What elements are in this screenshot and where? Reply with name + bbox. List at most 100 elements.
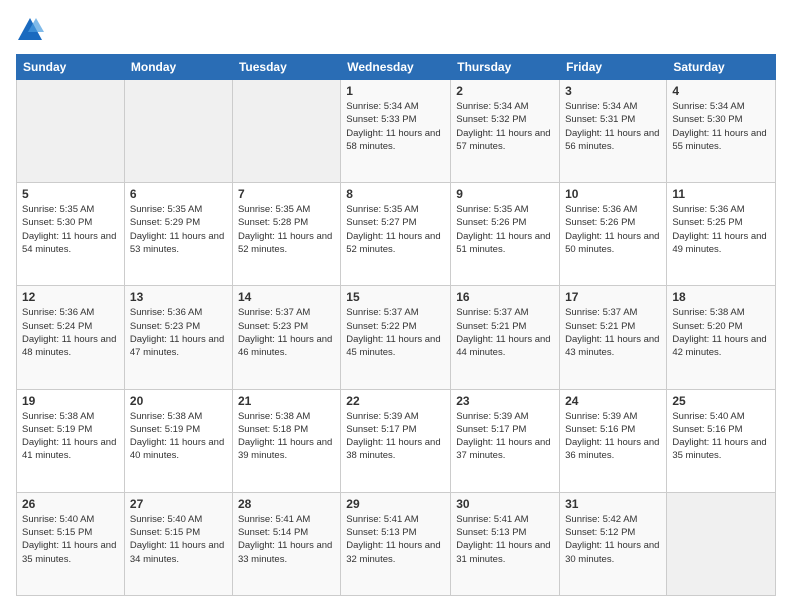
calendar-cell: 8 Sunrise: 5:35 AMSunset: 5:27 PMDaylight…	[341, 183, 451, 286]
day-info: Sunrise: 5:35 AMSunset: 5:27 PMDaylight:…	[346, 203, 445, 256]
calendar-cell: 4 Sunrise: 5:34 AMSunset: 5:30 PMDaylight…	[667, 80, 776, 183]
calendar-cell: 19 Sunrise: 5:38 AMSunset: 5:19 PMDayligh…	[17, 389, 125, 492]
logo	[16, 16, 48, 44]
day-info: Sunrise: 5:34 AMSunset: 5:33 PMDaylight:…	[346, 100, 445, 153]
day-number: 1	[346, 84, 445, 98]
day-info: Sunrise: 5:38 AMSunset: 5:19 PMDaylight:…	[22, 410, 119, 463]
day-info: Sunrise: 5:39 AMSunset: 5:17 PMDaylight:…	[346, 410, 445, 463]
weekday-header-tuesday: Tuesday	[232, 55, 340, 80]
day-info: Sunrise: 5:41 AMSunset: 5:13 PMDaylight:…	[346, 513, 445, 566]
calendar-cell: 10 Sunrise: 5:36 AMSunset: 5:26 PMDayligh…	[560, 183, 667, 286]
day-number: 28	[238, 497, 335, 511]
weekday-header-sunday: Sunday	[17, 55, 125, 80]
day-info: Sunrise: 5:39 AMSunset: 5:17 PMDaylight:…	[456, 410, 554, 463]
day-number: 29	[346, 497, 445, 511]
weekday-header-monday: Monday	[124, 55, 232, 80]
calendar-cell: 25 Sunrise: 5:40 AMSunset: 5:16 PMDayligh…	[667, 389, 776, 492]
week-row-3: 12 Sunrise: 5:36 AMSunset: 5:24 PMDayligh…	[17, 286, 776, 389]
day-number: 27	[130, 497, 227, 511]
day-info: Sunrise: 5:34 AMSunset: 5:32 PMDaylight:…	[456, 100, 554, 153]
calendar-cell	[124, 80, 232, 183]
calendar-cell: 9Sunrise: 5:35 AMSunset: 5:26 PMDaylight…	[451, 183, 560, 286]
day-number: 6	[130, 187, 227, 201]
day-number: 2	[456, 84, 554, 98]
day-number: 26	[22, 497, 119, 511]
weekday-header-wednesday: Wednesday	[341, 55, 451, 80]
day-info: Sunrise: 5:35 AMSunset: 5:26 PMDaylight:…	[456, 203, 554, 256]
calendar-cell: 11 Sunrise: 5:36 AMSunset: 5:25 PMDayligh…	[667, 183, 776, 286]
day-number: 19	[22, 394, 119, 408]
day-number: 20	[130, 394, 227, 408]
day-number: 16	[456, 290, 554, 304]
day-info: Sunrise: 5:42 AMSunset: 5:12 PMDaylight:…	[565, 513, 661, 566]
day-number: 18	[672, 290, 770, 304]
day-info: Sunrise: 5:36 AMSunset: 5:25 PMDaylight:…	[672, 203, 770, 256]
day-info: Sunrise: 5:40 AMSunset: 5:16 PMDaylight:…	[672, 410, 770, 463]
day-info: Sunrise: 5:40 AMSunset: 5:15 PMDaylight:…	[22, 513, 119, 566]
calendar-cell: 22Sunrise: 5:39 AMSunset: 5:17 PMDayligh…	[341, 389, 451, 492]
calendar-cell	[232, 80, 340, 183]
week-row-2: 5Sunrise: 5:35 AMSunset: 5:30 PMDaylight…	[17, 183, 776, 286]
logo-icon	[16, 16, 44, 44]
calendar-cell: 23 Sunrise: 5:39 AMSunset: 5:17 PMDayligh…	[451, 389, 560, 492]
week-row-4: 19 Sunrise: 5:38 AMSunset: 5:19 PMDayligh…	[17, 389, 776, 492]
day-info: Sunrise: 5:37 AMSunset: 5:21 PMDaylight:…	[565, 306, 661, 359]
calendar-cell: 6 Sunrise: 5:35 AMSunset: 5:29 PMDaylight…	[124, 183, 232, 286]
calendar-cell	[17, 80, 125, 183]
day-number: 4	[672, 84, 770, 98]
header	[16, 16, 776, 44]
calendar-cell: 21Sunrise: 5:38 AMSunset: 5:18 PMDayligh…	[232, 389, 340, 492]
day-number: 25	[672, 394, 770, 408]
day-info: Sunrise: 5:35 AMSunset: 5:29 PMDaylight:…	[130, 203, 227, 256]
day-info: Sunrise: 5:34 AMSunset: 5:31 PMDaylight:…	[565, 100, 661, 153]
weekday-header-friday: Friday	[560, 55, 667, 80]
day-info: Sunrise: 5:38 AMSunset: 5:20 PMDaylight:…	[672, 306, 770, 359]
day-info: Sunrise: 5:40 AMSunset: 5:15 PMDaylight:…	[130, 513, 227, 566]
day-info: Sunrise: 5:36 AMSunset: 5:26 PMDaylight:…	[565, 203, 661, 256]
day-number: 15	[346, 290, 445, 304]
page: SundayMondayTuesdayWednesdayThursdayFrid…	[0, 0, 792, 612]
week-row-1: 1 Sunrise: 5:34 AMSunset: 5:33 PMDaylight…	[17, 80, 776, 183]
weekday-header-row: SundayMondayTuesdayWednesdayThursdayFrid…	[17, 55, 776, 80]
calendar-cell: 12 Sunrise: 5:36 AMSunset: 5:24 PMDayligh…	[17, 286, 125, 389]
calendar-cell: 27 Sunrise: 5:40 AMSunset: 5:15 PMDayligh…	[124, 492, 232, 595]
calendar-cell: 18 Sunrise: 5:38 AMSunset: 5:20 PMDayligh…	[667, 286, 776, 389]
calendar-cell: 31 Sunrise: 5:42 AMSunset: 5:12 PMDayligh…	[560, 492, 667, 595]
calendar-cell	[667, 492, 776, 595]
day-info: Sunrise: 5:36 AMSunset: 5:24 PMDaylight:…	[22, 306, 119, 359]
day-number: 10	[565, 187, 661, 201]
calendar-cell: 7Sunrise: 5:35 AMSunset: 5:28 PMDaylight…	[232, 183, 340, 286]
day-number: 11	[672, 187, 770, 201]
calendar-cell: 2 Sunrise: 5:34 AMSunset: 5:32 PMDaylight…	[451, 80, 560, 183]
calendar-body: 1 Sunrise: 5:34 AMSunset: 5:33 PMDaylight…	[17, 80, 776, 596]
calendar-cell: 26 Sunrise: 5:40 AMSunset: 5:15 PMDayligh…	[17, 492, 125, 595]
calendar-cell: 1 Sunrise: 5:34 AMSunset: 5:33 PMDaylight…	[341, 80, 451, 183]
day-info: Sunrise: 5:41 AMSunset: 5:14 PMDaylight:…	[238, 513, 335, 566]
day-number: 14	[238, 290, 335, 304]
day-number: 23	[456, 394, 554, 408]
day-number: 7	[238, 187, 335, 201]
weekday-header-saturday: Saturday	[667, 55, 776, 80]
weekday-header-thursday: Thursday	[451, 55, 560, 80]
day-info: Sunrise: 5:37 AMSunset: 5:23 PMDaylight:…	[238, 306, 335, 359]
calendar-header: SundayMondayTuesdayWednesdayThursdayFrid…	[17, 55, 776, 80]
day-number: 12	[22, 290, 119, 304]
calendar-cell: 28 Sunrise: 5:41 AMSunset: 5:14 PMDayligh…	[232, 492, 340, 595]
day-number: 31	[565, 497, 661, 511]
day-number: 8	[346, 187, 445, 201]
day-info: Sunrise: 5:37 AMSunset: 5:22 PMDaylight:…	[346, 306, 445, 359]
calendar-cell: 20Sunrise: 5:38 AMSunset: 5:19 PMDayligh…	[124, 389, 232, 492]
day-info: Sunrise: 5:38 AMSunset: 5:18 PMDaylight:…	[238, 410, 335, 463]
calendar-cell: 17Sunrise: 5:37 AMSunset: 5:21 PMDayligh…	[560, 286, 667, 389]
day-info: Sunrise: 5:37 AMSunset: 5:21 PMDaylight:…	[456, 306, 554, 359]
calendar-cell: 29 Sunrise: 5:41 AMSunset: 5:13 PMDayligh…	[341, 492, 451, 595]
calendar-cell: 14 Sunrise: 5:37 AMSunset: 5:23 PMDayligh…	[232, 286, 340, 389]
calendar-cell: 30Sunrise: 5:41 AMSunset: 5:13 PMDayligh…	[451, 492, 560, 595]
calendar-cell: 5Sunrise: 5:35 AMSunset: 5:30 PMDaylight…	[17, 183, 125, 286]
day-number: 30	[456, 497, 554, 511]
day-number: 13	[130, 290, 227, 304]
calendar-cell: 3Sunrise: 5:34 AMSunset: 5:31 PMDaylight…	[560, 80, 667, 183]
day-info: Sunrise: 5:39 AMSunset: 5:16 PMDaylight:…	[565, 410, 661, 463]
calendar-table: SundayMondayTuesdayWednesdayThursdayFrid…	[16, 54, 776, 596]
day-info: Sunrise: 5:34 AMSunset: 5:30 PMDaylight:…	[672, 100, 770, 153]
